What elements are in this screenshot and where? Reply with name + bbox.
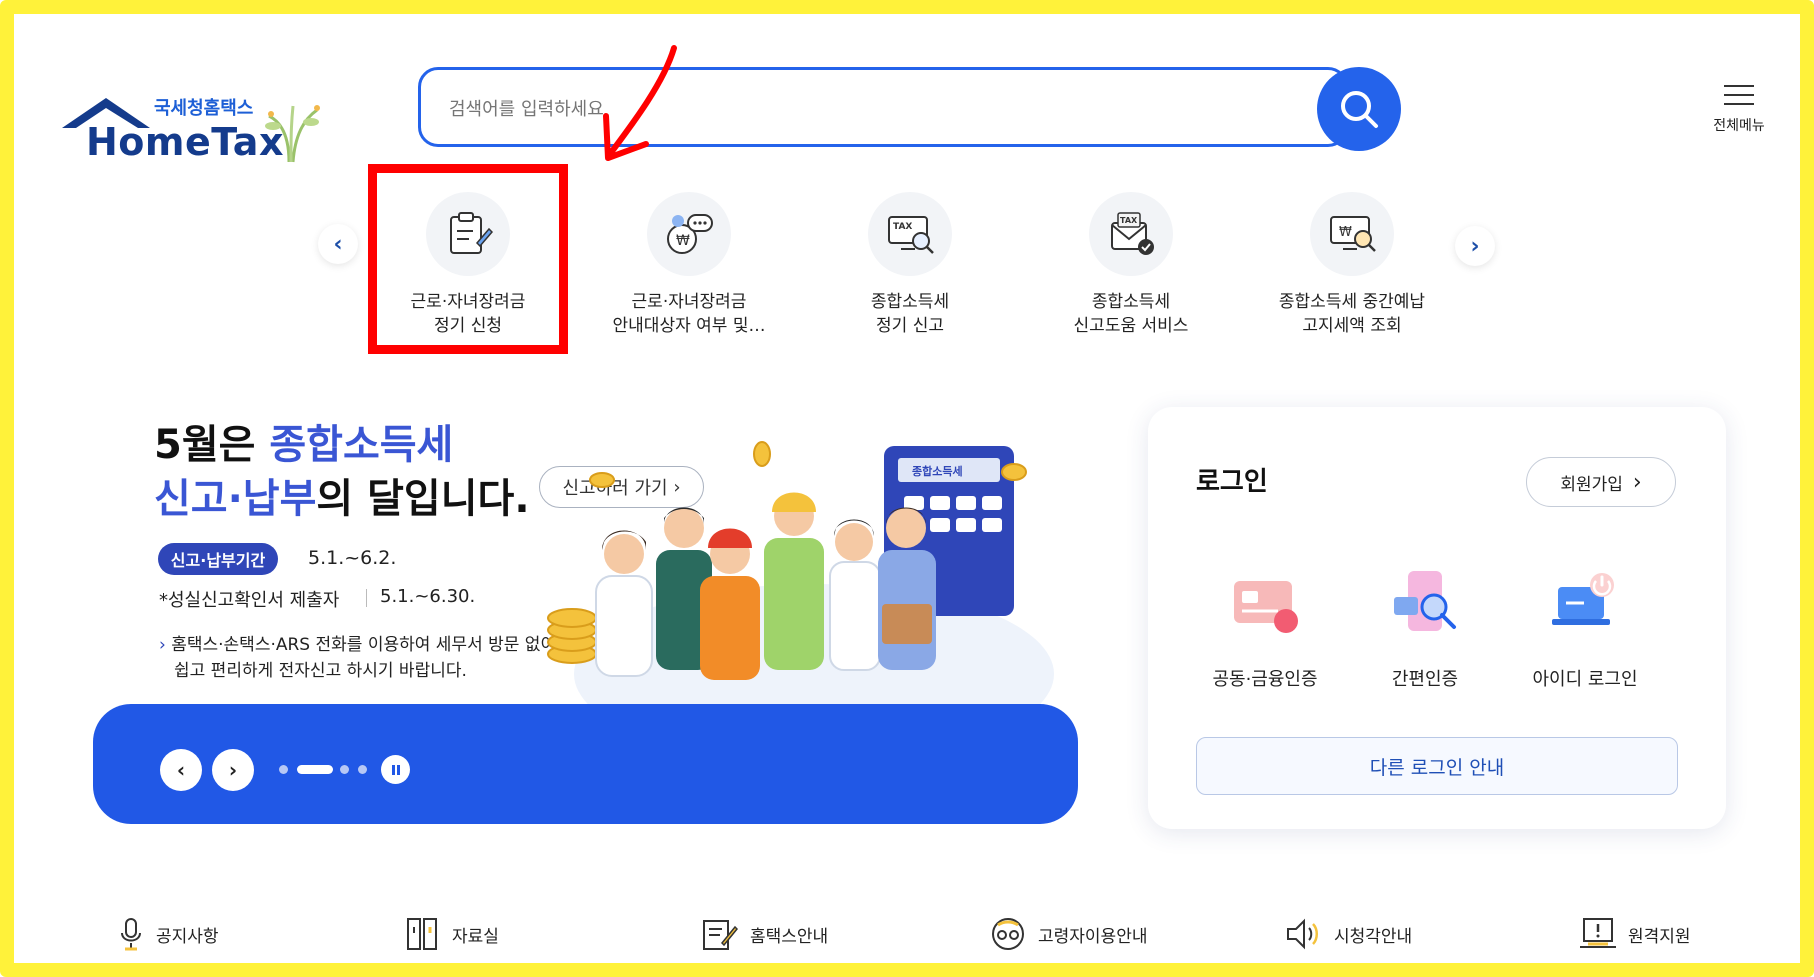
quick-menu-label: 종합소득세 정기 신고 [870,292,950,336]
divider [366,589,367,607]
quick-menu-item[interactable]: ₩ 종합소득세 중간예납 고지세액 조회 [1262,192,1442,338]
annotation-arrow-icon [603,45,677,161]
svg-text:TAX: TAX [1120,216,1138,225]
microphone-icon [121,918,141,951]
money-monitor-search-icon: ₩ [1310,192,1394,276]
banner-dot[interactable] [279,765,288,774]
mobile-auth-icon [1394,571,1456,631]
quick-menu-label: 근로·자녀장려금 안내대상자 여부 및… [612,292,766,336]
hometax-page: 국세청홈택스 HomeTax 전체메뉴 ‹ [14,14,1800,963]
other-login-button[interactable]: 다른 로그인 안내 [1196,737,1678,795]
search-button[interactable] [1317,67,1401,151]
footer-link-av[interactable]: 시청각안내 [1284,914,1412,954]
banner-title-line2: 신고·납부의 달입니다. [154,476,530,522]
logo-korean-text: 국세청홈택스 [154,98,254,119]
search-input[interactable] [447,94,1251,124]
full-menu-label: 전체메뉴 [1713,118,1765,134]
banner-title-line1: 5월은 종합소득세 [154,422,454,468]
laptop-power-icon [1552,573,1614,625]
search-bar[interactable] [418,67,1348,147]
pause-icon [391,764,400,775]
banner-next-button[interactable]: › [212,749,254,791]
document-edit-icon [703,920,738,950]
speaker-icon [1287,918,1318,950]
remote-support-icon [1580,918,1616,948]
chevron-right-icon: › [1632,469,1642,495]
calculator-label: 종합소득세 [912,464,963,478]
login-option-certificate[interactable]: 공동·금융인증 [1190,567,1340,691]
certificate-card-icon [1234,581,1298,633]
banner-note-line1: › 홈택스·손택스·ARS 전화를 이용하여 세무서 방문 없이 [159,635,557,655]
banner-dot[interactable] [340,765,349,774]
asterisk-icon: * [159,590,168,611]
signup-button[interactable]: 회원가입 › [1526,457,1676,507]
quick-menu-item[interactable]: TAX 종합소득세 정기 신고 [820,192,1000,338]
footer-link-notice[interactable]: 공지사항 [118,914,219,954]
hamburger-icon [1704,85,1774,105]
login-title: 로그인 [1196,467,1268,497]
archive-icon [407,918,437,950]
footer-link-archive[interactable]: 자료실 [406,914,499,954]
banner-prev-button[interactable]: ‹ [160,749,202,791]
sub-period-value: 5.1.~6.30. [380,586,476,607]
login-option-id[interactable]: 아이디 로그인 [1510,567,1660,691]
footer-link-guide[interactable]: 홈택스안내 [702,914,828,954]
banner-pause-button[interactable] [381,755,410,784]
period-value: 5.1.~6.2. [308,547,397,569]
footer-link-elderly[interactable]: 고령자이용안내 [990,914,1147,954]
period-badge: 신고·납부기간 [158,543,278,575]
quick-menu-item[interactable]: ₩ 근로·자녀장려금 안내대상자 여부 및… [599,192,779,338]
banner-dot-active[interactable] [297,765,333,774]
chevron-right-icon: › [1470,233,1480,259]
banner-dot[interactable] [358,765,367,774]
logo-text: HomeTax [86,120,284,164]
annotation-highlight-box [368,164,568,354]
chevron-right-icon: › [228,758,238,782]
chevron-right-icon: › [159,635,166,655]
svg-text:TAX: TAX [893,222,912,232]
login-card: 로그인 회원가입 › 공동·금융인증 간편인증 아이디 로그인 다른 로그인 안… [1148,407,1726,829]
quick-menu-next-button[interactable]: › [1455,226,1495,266]
plant-icon [265,105,320,163]
svg-text:₩: ₩ [1339,225,1352,240]
chevron-left-icon: ‹ [176,758,186,782]
quick-menu-label: 종합소득세 신고도움 서비스 [1073,292,1189,336]
money-chat-icon: ₩ [647,192,731,276]
search-icon [1341,91,1378,128]
quick-menu-item[interactable]: TAX 종합소득세 신고도움 서비스 [1041,192,1221,338]
svg-text:₩: ₩ [676,233,690,249]
hometax-logo[interactable]: 국세청홈택스 HomeTax [44,80,334,170]
quick-menu-label: 종합소득세 중간예납 고지세액 조회 [1278,292,1426,336]
tax-envelope-check-icon: TAX [1089,192,1173,276]
banner-note-line2: 쉽고 편리하게 전자신고 하시기 바랍니다. [174,661,467,681]
full-menu-button[interactable]: 전체메뉴 [1704,78,1774,135]
footer-link-remote[interactable]: 원격지원 [1580,914,1691,954]
quick-menu-prev-button[interactable]: ‹ [318,224,358,264]
elderly-glasses-icon [992,918,1024,950]
login-option-simple[interactable]: 간편인증 [1350,567,1500,691]
sub-period-label: *성실신고확인서 제출자 [159,590,340,611]
tax-monitor-search-icon: TAX [868,192,952,276]
chevron-left-icon: ‹ [333,231,343,257]
